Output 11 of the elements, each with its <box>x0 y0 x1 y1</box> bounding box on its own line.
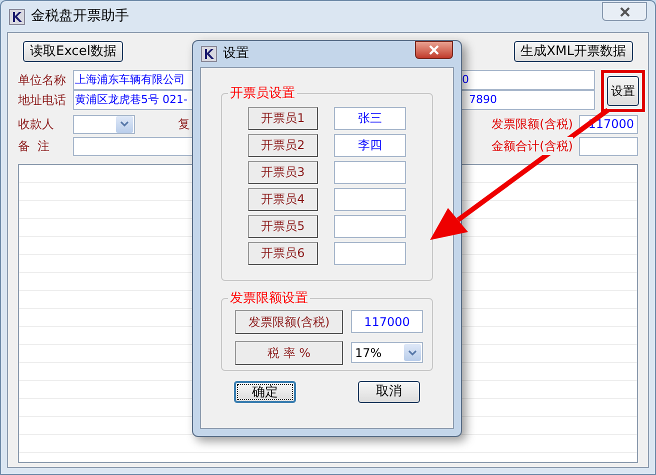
field-label: 单位名称 <box>18 72 67 89</box>
field-label: 地址电话 <box>18 92 67 109</box>
field-label: 备 注 <box>18 138 51 155</box>
group-title: 发票限额设置 <box>229 290 309 308</box>
field-label: 复 <box>178 116 190 133</box>
field-label: 金额合计(含税) <box>492 137 573 155</box>
window-title: 金税盘开票助手 <box>31 7 129 26</box>
field-label: 发票限额(含税) <box>492 116 573 133</box>
field-label: 收款人 <box>18 116 55 133</box>
dialog-title: 设置 <box>223 45 249 64</box>
group-title: 开票员设置 <box>229 85 296 103</box>
